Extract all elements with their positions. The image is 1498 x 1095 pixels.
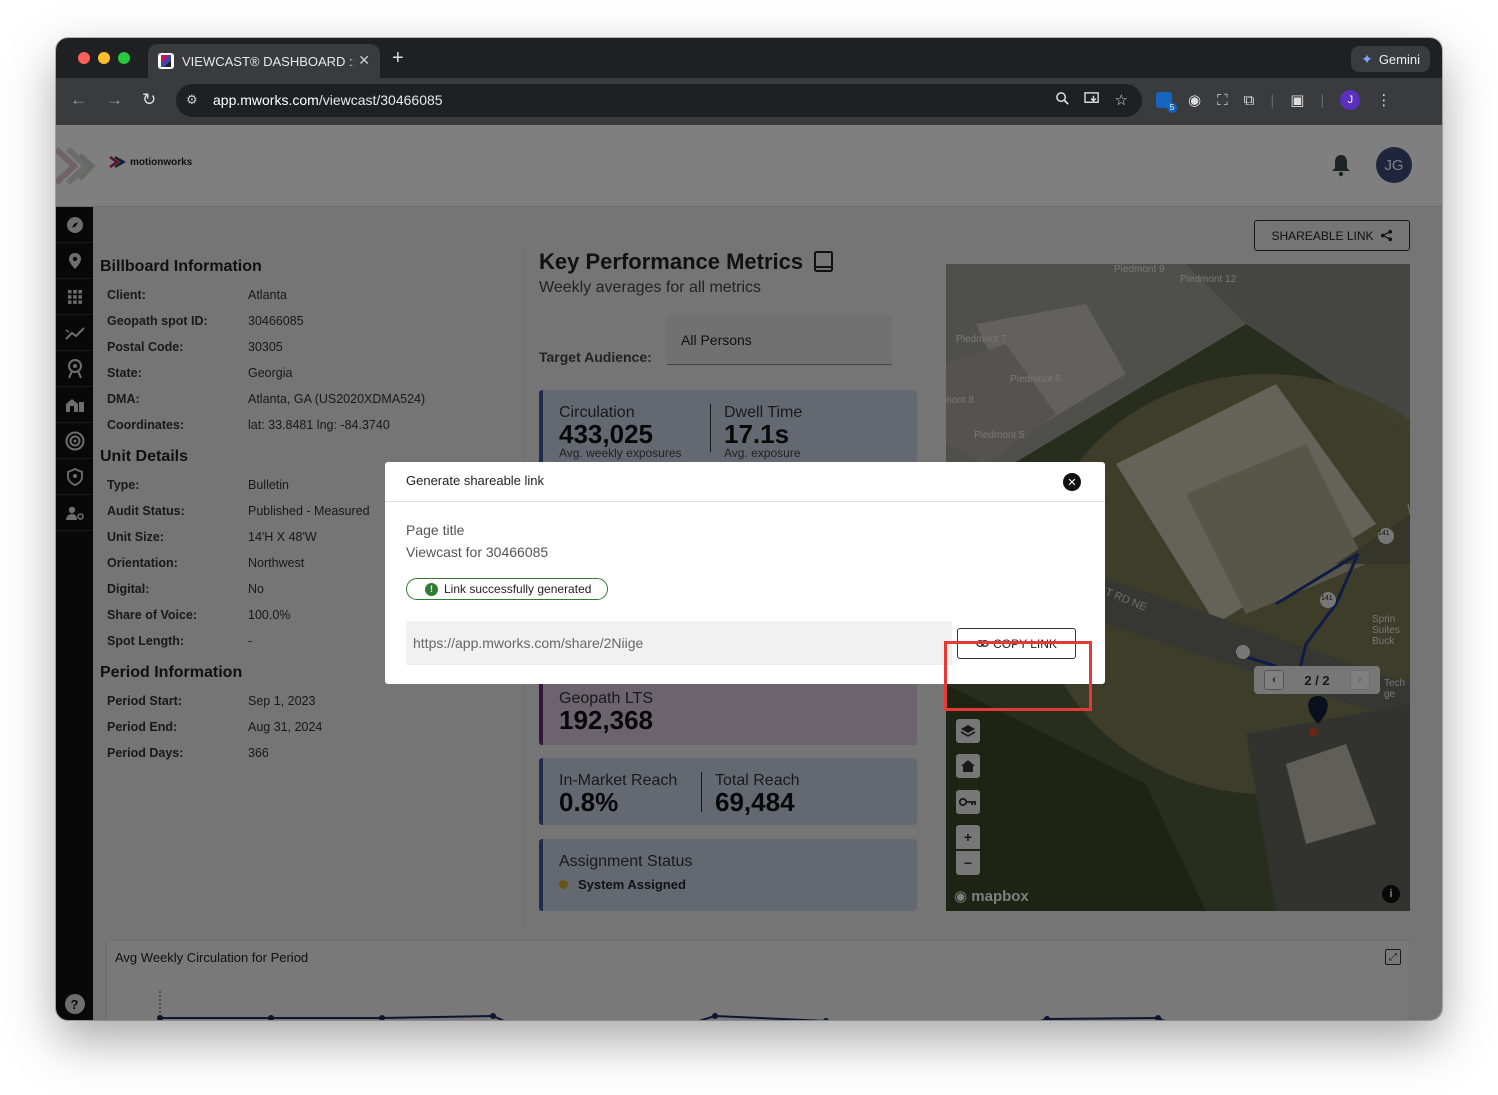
tab-search-icon[interactable]: ▣ [1290,91,1304,109]
browser-window: VIEWCAST® DASHBOARD :: M ✕ + ✦ Gemini ← … [56,38,1442,1020]
forward-icon[interactable]: → [106,90,123,110]
page-title-value: Viewcast for 30466085 [406,544,549,560]
close-icon[interactable]: ✕ [1063,473,1081,491]
bookmark-star-icon[interactable]: ☆ [1115,91,1128,110]
screenshot-icon[interactable]: ⛶ [1217,92,1228,109]
site-settings-icon[interactable]: ⚙ [186,92,198,108]
gemini-label: Gemini [1378,51,1420,67]
extension-icon[interactable]: ⧉ [1244,92,1255,109]
reload-icon[interactable]: ↻ [142,90,156,110]
page-title-label: Page title [406,522,465,538]
grammarly-icon[interactable]: ◉ [1188,91,1201,109]
extension-badge-icon[interactable] [1156,92,1177,113]
minimize-window-button[interactable] [98,52,110,64]
success-chip: ! Link successfully generated [406,578,609,600]
browser-toolbar: ← → ↻ ⚙ app.mworks.com/viewcast/30466085… [56,78,1442,125]
url-host: app.mworks.com [213,92,319,108]
browser-tab[interactable]: VIEWCAST® DASHBOARD :: M ✕ [148,44,380,78]
zoom-icon[interactable] [1055,91,1070,110]
tab-close-icon[interactable]: ✕ [358,52,370,69]
toolbar-divider: | [1270,91,1275,109]
toolbar-divider: | [1320,91,1325,109]
tab-bar: VIEWCAST® DASHBOARD :: M ✕ + ✦ Gemini [56,38,1442,78]
dialog-title: Generate shareable link [406,473,545,488]
success-text: Link successfully generated [444,582,592,596]
close-window-button[interactable] [78,52,90,64]
install-icon[interactable] [1083,91,1101,110]
address-bar[interactable]: ⚙ app.mworks.com/viewcast/30466085 ☆ [176,84,1142,117]
back-icon[interactable]: ← [70,90,87,110]
new-tab-button[interactable]: + [392,47,404,70]
url-text: app.mworks.com/viewcast/30466085 [213,92,443,108]
dialog-header: Generate shareable link ✕ [385,462,1105,502]
maximize-window-button[interactable] [118,52,130,64]
profile-avatar[interactable]: J [1340,90,1361,110]
favicon-icon [158,53,174,69]
menu-icon[interactable]: ⋮ [1376,91,1391,109]
highlight-box [944,641,1092,711]
gemini-button[interactable]: ✦ Gemini [1351,46,1430,72]
gemini-icon: ✦ [1361,50,1373,67]
tab-title: VIEWCAST® DASHBOARD :: M [182,53,354,69]
app-viewport: motionworks JG [56,125,1442,1020]
success-icon: ! [425,582,438,596]
share-link-field[interactable]: https://app.mworks.com/share/2Niige [406,621,952,665]
url-path: /viewcast/30466085 [318,92,443,108]
